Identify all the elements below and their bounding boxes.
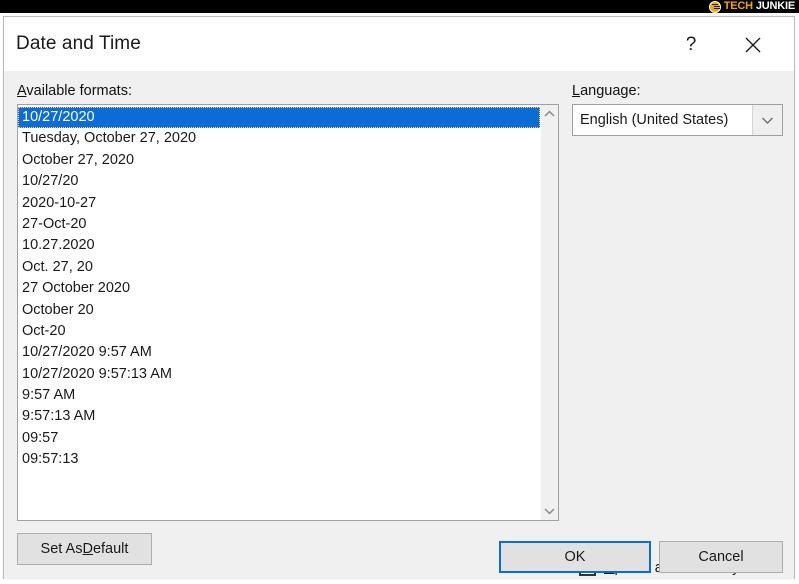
ok-button[interactable]: OK <box>499 541 651 573</box>
scroll-down-button[interactable] <box>541 502 558 520</box>
set-as-default-button[interactable]: Set As Default <box>17 533 152 565</box>
available-formats-list[interactable]: 10/27/2020 Tuesday, October 27, 2020 Octob… <box>18 105 540 520</box>
available-formats-label-rest: vailable formats: <box>26 83 132 99</box>
formats-scrollbar[interactable] <box>540 105 558 520</box>
list-item[interactable]: 09:57 <box>18 428 540 449</box>
list-item[interactable]: Tuesday, October 27, 2020 <box>18 128 540 149</box>
language-accelerator: L <box>572 83 581 99</box>
available-formats-listbox[interactable]: 10/27/2020 Tuesday, October 27, 2020 Octob… <box>17 104 559 521</box>
language-label: Language: <box>572 83 641 99</box>
logo-text-tech: TECH <box>723 0 753 12</box>
list-item[interactable]: 10/27/2020 9:57 AM <box>18 342 540 363</box>
dialog-titlebar: Date and Time ? <box>4 17 794 71</box>
chevron-down-icon <box>544 508 555 515</box>
question-mark-icon: ? <box>685 34 697 55</box>
cancel-button-label: Cancel <box>698 549 744 565</box>
close-button[interactable] <box>732 31 774 59</box>
date-and-time-dialog: Date and Time ? Available formats: 10/27… <box>3 16 795 579</box>
dialog-title: Date and Time <box>16 33 141 54</box>
list-item[interactable]: 10.27.2020 <box>18 235 540 256</box>
logo-text-junkie: JUNKIE <box>755 0 795 12</box>
list-item[interactable]: Oct-20 <box>18 321 540 342</box>
available-formats-label: Available formats: <box>17 83 132 99</box>
chevron-down-icon <box>762 117 773 124</box>
list-item[interactable]: 9:57 AM <box>18 385 540 406</box>
language-dropdown-button[interactable] <box>752 105 782 135</box>
list-item[interactable]: 10/27/20 <box>18 171 540 192</box>
list-item[interactable]: 2020-10-27 <box>18 193 540 214</box>
list-item[interactable]: October 20 <box>18 300 540 321</box>
list-item[interactable]: 09:57:13 <box>18 449 540 470</box>
set-as-default-label-pre: Set As <box>40 541 83 557</box>
list-item[interactable]: 10/27/2020 9:57:13 AM <box>18 364 540 385</box>
language-selected-value: English (United States) <box>580 112 729 128</box>
ok-button-label: OK <box>564 549 586 565</box>
help-button[interactable]: ? <box>670 31 712 59</box>
list-item[interactable]: 27-Oct-20 <box>18 214 540 235</box>
scroll-up-button[interactable] <box>541 105 558 123</box>
cancel-button[interactable]: Cancel <box>659 541 783 573</box>
techjunkie-logo: TECH JUNKIE <box>708 0 795 13</box>
list-item[interactable]: October 27, 2020 <box>18 150 540 171</box>
set-as-default-accelerator: D <box>82 541 93 557</box>
techjunkie-badge-icon <box>708 0 721 13</box>
watermark-banner: TECH JUNKIE <box>0 0 799 13</box>
list-item[interactable]: 27 October 2020 <box>18 278 540 299</box>
list-item[interactable]: 9:57:13 AM <box>18 406 540 427</box>
scrollbar-track[interactable] <box>541 123 558 502</box>
available-formats-accelerator: A <box>17 83 27 99</box>
set-as-default-label-rest: efault <box>92 541 129 557</box>
chevron-up-icon <box>544 110 555 117</box>
close-icon <box>745 37 761 53</box>
dialog-content: Available formats: 10/27/2020 Tuesday, Oc… <box>4 71 794 579</box>
language-combobox[interactable]: English (United States) <box>572 104 783 136</box>
language-label-rest: anguage: <box>580 83 641 99</box>
list-item[interactable]: Oct. 27, 20 <box>18 257 540 278</box>
list-item[interactable]: 10/27/2020 <box>18 107 540 129</box>
